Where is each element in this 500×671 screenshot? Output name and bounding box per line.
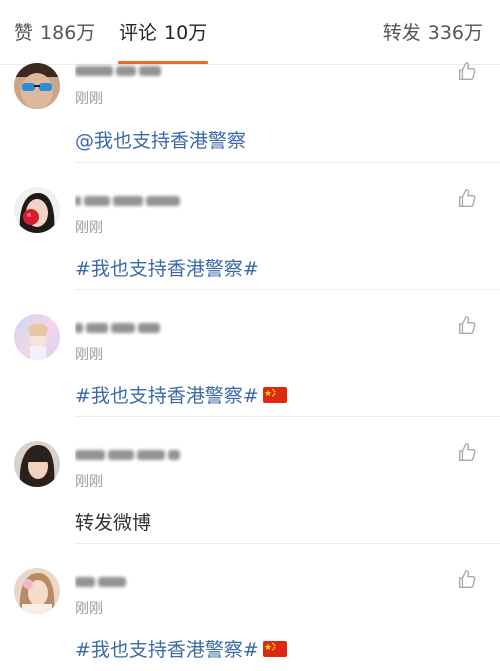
comment-text[interactable]: #我也支持香港警察#: [75, 254, 259, 281]
avatar[interactable]: [14, 441, 60, 487]
comment-item: 刚刚 #我也支持香港警察#: [0, 163, 500, 290]
tab-comments-label: 评论: [119, 22, 158, 44]
comment-item: 刚刚 #我也支持香港警察#: [0, 290, 500, 417]
avatar[interactable]: [14, 63, 60, 109]
tab-comments-count: 10万: [164, 22, 208, 44]
comment-time: 刚刚: [75, 347, 103, 363]
tab-reposts-label: 转发: [382, 22, 421, 44]
avatar[interactable]: [14, 568, 60, 614]
username[interactable]: [75, 447, 183, 463]
tab-comments[interactable]: 评论 10万: [119, 18, 207, 45]
comment-text-content: #我也支持香港警察#: [75, 385, 259, 407]
comment-time: 刚刚: [75, 91, 103, 107]
comment-time: 刚刚: [75, 220, 103, 236]
tab-likes-label: 赞: [14, 22, 34, 44]
tab-likes-count: 186万: [40, 22, 96, 44]
username[interactable]: [75, 193, 183, 209]
comment-list: 刚刚 @我也支持香港警察 刚刚 #我也支持香港警察# 刚刚 #我也支持香港警察#…: [0, 62, 500, 671]
avatar[interactable]: [14, 187, 60, 233]
china-flag-icon: [262, 641, 287, 657]
comment-item: 刚刚 #我也支持香港警察#: [0, 544, 500, 671]
thumbs-up-icon[interactable]: [456, 314, 478, 336]
thumbs-up-icon[interactable]: [456, 187, 478, 209]
comment-text[interactable]: @我也支持香港警察: [75, 126, 246, 153]
username[interactable]: [75, 320, 163, 336]
thumbs-up-icon[interactable]: [456, 60, 478, 82]
comment-text-content: #我也支持香港警察#: [75, 639, 259, 661]
comment-tabs-bar: 赞 186万 评论 10万 转发 336万: [0, 0, 500, 65]
tab-likes[interactable]: 赞 186万: [14, 18, 95, 45]
china-flag-icon: [262, 387, 287, 403]
comment-item: 刚刚 @我也支持香港警察: [0, 62, 500, 163]
comment-time: 刚刚: [75, 474, 103, 490]
tab-reposts-count: 336万: [427, 22, 483, 44]
username[interactable]: [75, 574, 129, 590]
comment-time: 刚刚: [75, 601, 103, 617]
comment-text[interactable]: #我也支持香港警察#: [75, 381, 287, 408]
avatar[interactable]: [14, 314, 60, 360]
username[interactable]: [75, 63, 164, 79]
comment-text: 转发微博: [75, 512, 152, 534]
thumbs-up-icon[interactable]: [456, 441, 478, 463]
comment-item: 刚刚 转发微博: [0, 417, 500, 544]
thumbs-up-icon[interactable]: [456, 568, 478, 590]
tab-reposts[interactable]: 转发 336万: [383, 18, 483, 45]
comment-text[interactable]: #我也支持香港警察#: [75, 635, 287, 662]
